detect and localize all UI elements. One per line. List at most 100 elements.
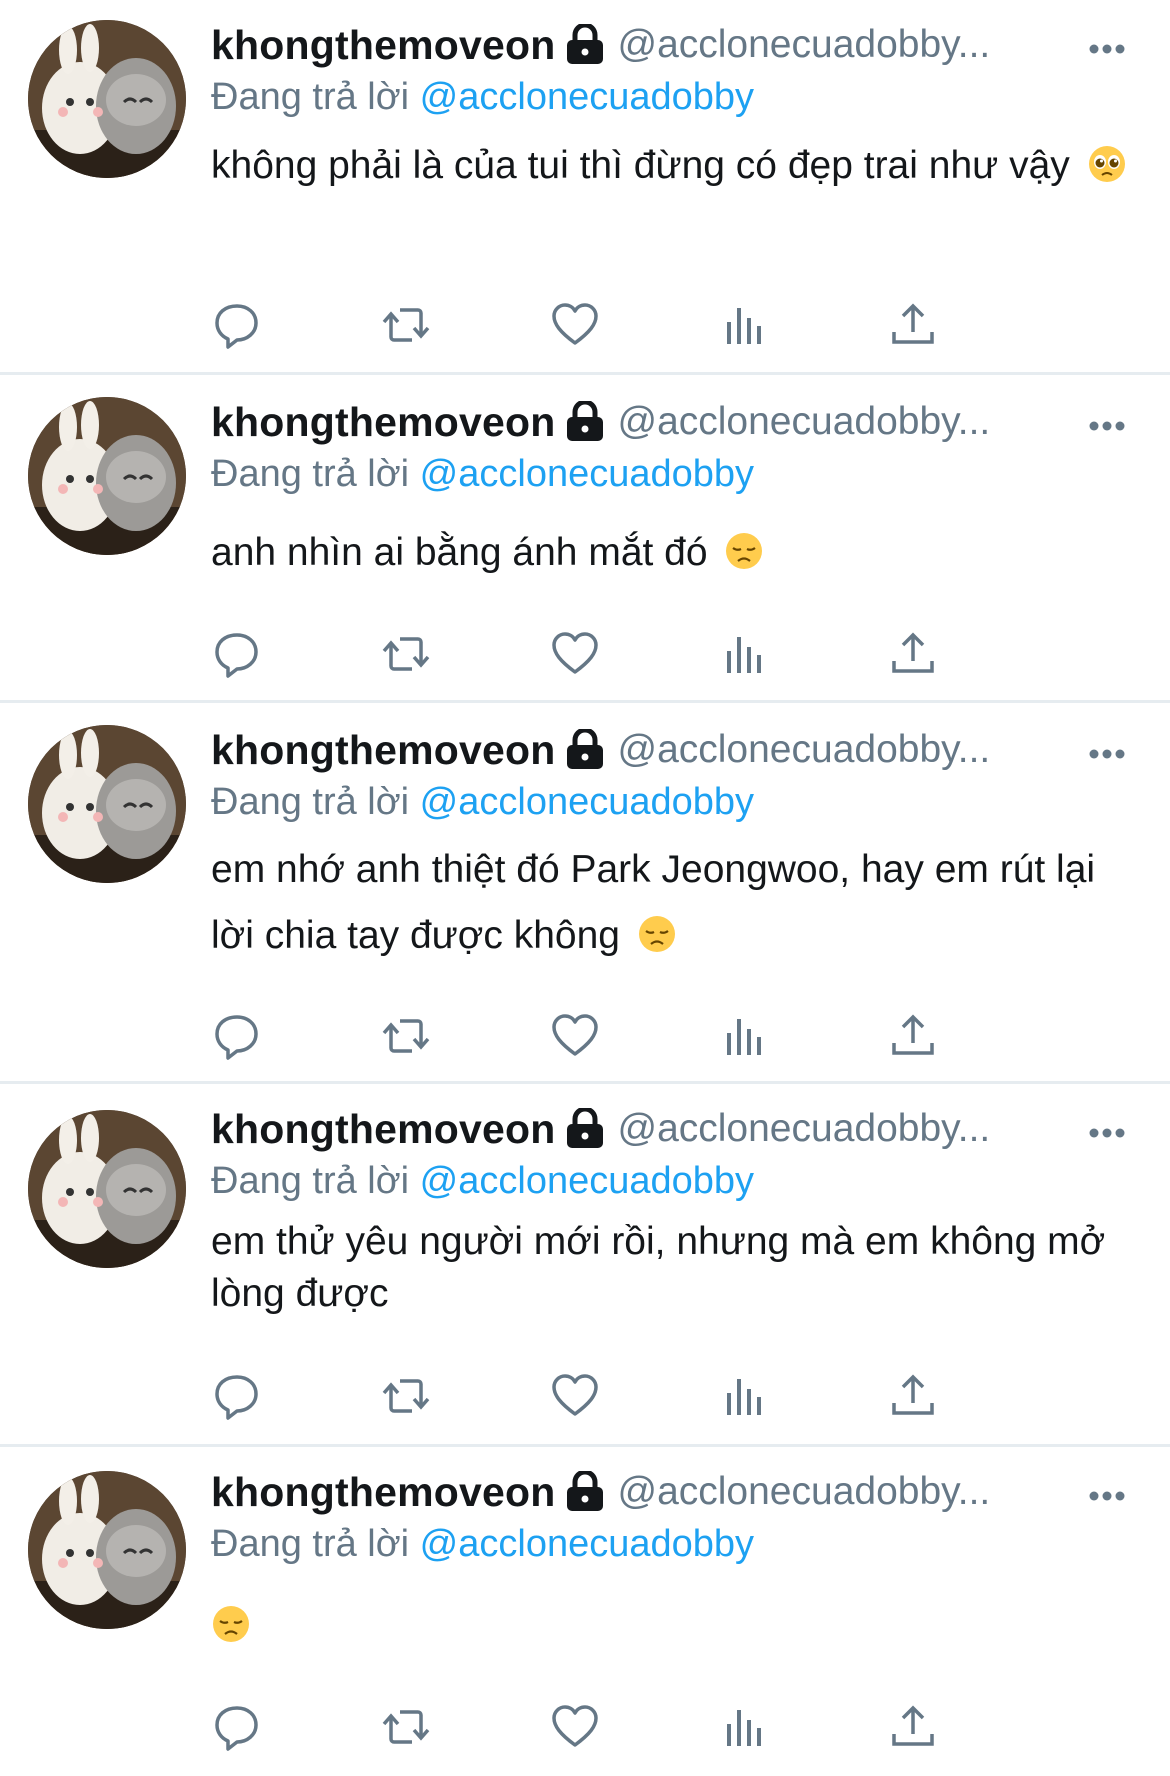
disappointed-face-icon: [211, 1599, 251, 1642]
share-button[interactable]: [886, 627, 940, 681]
more-options-icon[interactable]: [1088, 411, 1126, 441]
display-name[interactable]: khongthemoveon: [211, 727, 555, 774]
like-button[interactable]: [548, 1009, 602, 1063]
avatar-image: [28, 20, 186, 178]
share-button[interactable]: [886, 1009, 940, 1063]
analytics-icon: [727, 1379, 761, 1415]
tweet-text-body: không phải là của tui thì đừng có đẹp tr…: [211, 144, 1070, 187]
like-button[interactable]: [548, 1700, 602, 1754]
reply-button[interactable]: [210, 1009, 264, 1063]
tweet-text: anh nhìn ai bằng ánh mắt đó: [211, 520, 1140, 586]
reply-mention-link[interactable]: @acclonecuadobby: [420, 781, 754, 823]
handle[interactable]: @acclonecuadobby...: [617, 1107, 990, 1151]
display-name[interactable]: khongthemoveon: [211, 1106, 555, 1153]
tweet[interactable]: khongthemoveon @acclonecuadobby... Đang …: [0, 703, 1170, 1084]
like-button[interactable]: [548, 298, 602, 352]
avatar[interactable]: [28, 725, 186, 883]
tweet-text: không phải là của tui thì đừng có đẹp tr…: [211, 133, 1140, 199]
reply-context: Đang trả lời @acclonecuadobby: [211, 1523, 754, 1566]
reply-mention-link[interactable]: @acclonecuadobby: [420, 76, 754, 118]
share-icon: [892, 1374, 934, 1415]
more-options-icon[interactable]: [1088, 34, 1126, 64]
disappointed-face-icon: [637, 909, 677, 952]
handle[interactable]: @acclonecuadobby...: [617, 23, 990, 67]
share-icon: [892, 1705, 934, 1746]
reply-button[interactable]: [210, 627, 264, 681]
tweet-actions: [210, 1369, 1050, 1425]
retweet-button[interactable]: [379, 627, 433, 681]
tweet[interactable]: khongthemoveon @acclonecuadobby... Đang …: [0, 375, 1170, 703]
handle[interactable]: @acclonecuadobby...: [617, 1470, 990, 1514]
more-options-icon[interactable]: [1088, 1118, 1126, 1148]
analytics-button[interactable]: [717, 298, 771, 352]
tweet-actions: [210, 1700, 1050, 1756]
reply-button[interactable]: [210, 1369, 264, 1423]
disappointed-face-icon: [724, 526, 764, 569]
share-icon: [892, 1014, 934, 1055]
reply-context: Đang trả lời @acclonecuadobby: [211, 76, 754, 119]
tweet-text: em thử yêu người mới rồi, nhưng mà em kh…: [211, 1216, 1140, 1320]
tweet[interactable]: khongthemoveon @acclonecuadobby... Đang …: [0, 1447, 1170, 1776]
reply-icon: [215, 633, 258, 678]
avatar[interactable]: [28, 1110, 186, 1268]
retweet-button[interactable]: [379, 1700, 433, 1754]
analytics-button[interactable]: [717, 627, 771, 681]
retweet-icon: [382, 1710, 430, 1744]
reply-mention-link[interactable]: @acclonecuadobby: [420, 1523, 754, 1565]
like-icon: [552, 632, 598, 674]
tweet[interactable]: khongthemoveon @acclonecuadobby... Đang …: [0, 0, 1170, 375]
retweet-button[interactable]: [379, 298, 433, 352]
retweet-icon: [382, 637, 430, 671]
handle[interactable]: @acclonecuadobby...: [617, 400, 990, 444]
reply-prefix: Đang trả lời: [211, 1523, 410, 1565]
like-icon: [552, 303, 598, 345]
retweet-icon: [382, 308, 430, 342]
share-icon: [892, 303, 934, 344]
analytics-button[interactable]: [717, 1369, 771, 1423]
retweet-button[interactable]: [379, 1009, 433, 1063]
lock-icon: [565, 24, 605, 66]
lock-icon: [565, 401, 605, 443]
share-icon: [892, 632, 934, 673]
avatar[interactable]: [28, 1471, 186, 1629]
avatar-image: [28, 397, 186, 555]
like-icon: [552, 1705, 598, 1747]
share-button[interactable]: [886, 1700, 940, 1754]
display-name[interactable]: khongthemoveon: [211, 399, 555, 446]
reply-button[interactable]: [210, 298, 264, 352]
like-icon: [552, 1374, 598, 1416]
tweet-text: [211, 1593, 1140, 1659]
reply-button[interactable]: [210, 1700, 264, 1754]
avatar-image: [28, 725, 186, 883]
reply-prefix: Đang trả lời: [211, 781, 410, 823]
tweet[interactable]: khongthemoveon @acclonecuadobby... Đang …: [0, 1084, 1170, 1447]
reply-context: Đang trả lời @acclonecuadobby: [211, 781, 754, 824]
pleading-face-icon: [1087, 139, 1127, 182]
avatar[interactable]: [28, 20, 186, 178]
more-options-icon[interactable]: [1088, 739, 1126, 769]
more-options-icon[interactable]: [1088, 1481, 1126, 1511]
like-icon: [552, 1014, 598, 1056]
analytics-icon: [727, 308, 761, 344]
display-name[interactable]: khongthemoveon: [211, 1469, 555, 1516]
retweet-icon: [382, 1379, 430, 1413]
analytics-button[interactable]: [717, 1009, 771, 1063]
retweet-button[interactable]: [379, 1369, 433, 1423]
reply-mention-link[interactable]: @acclonecuadobby: [420, 453, 754, 495]
analytics-icon: [727, 1710, 761, 1746]
share-button[interactable]: [886, 1369, 940, 1423]
tweet-actions: [210, 627, 1050, 683]
tweet-text: em nhớ anh thiệt đó Park Jeongwoo, hay e…: [211, 837, 1140, 969]
like-button[interactable]: [548, 627, 602, 681]
like-button[interactable]: [548, 1369, 602, 1423]
analytics-button[interactable]: [717, 1700, 771, 1754]
reply-context: Đang trả lời @acclonecuadobby: [211, 1160, 754, 1203]
avatar[interactable]: [28, 397, 186, 555]
reply-icon: [215, 1706, 258, 1751]
handle[interactable]: @acclonecuadobby...: [617, 728, 990, 772]
reply-mention-link[interactable]: @acclonecuadobby: [420, 1160, 754, 1202]
display-name[interactable]: khongthemoveon: [211, 22, 555, 69]
lock-icon: [565, 729, 605, 771]
tweet-text-body: em thử yêu người mới rồi, nhưng mà em kh…: [211, 1220, 1106, 1315]
share-button[interactable]: [886, 298, 940, 352]
